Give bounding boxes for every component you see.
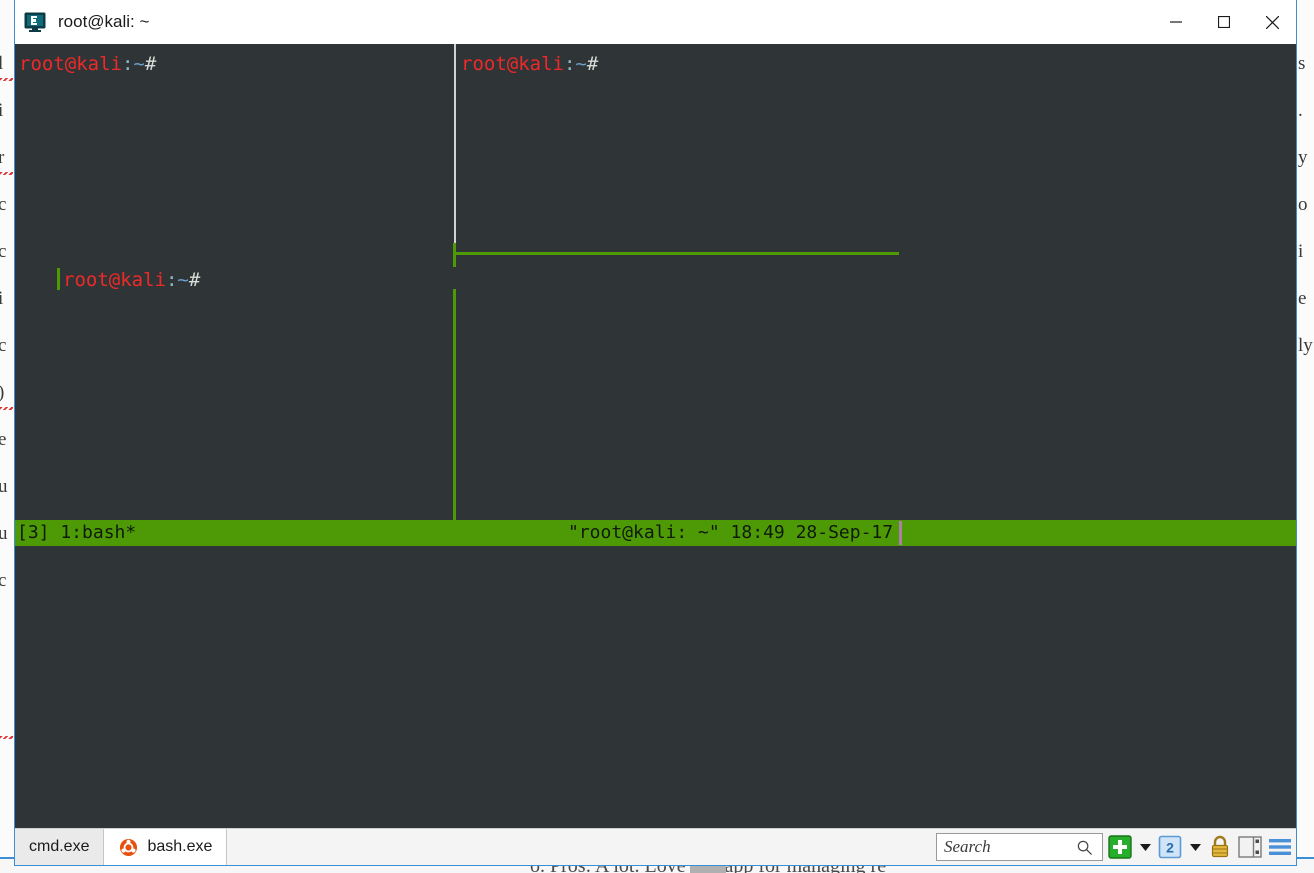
new-console-button[interactable]	[1107, 834, 1133, 860]
pane-divider-vertical-active[interactable]	[453, 289, 456, 520]
pane-divider-vertical-inactive[interactable]	[454, 44, 456, 244]
tmux-status-bar[interactable]: [3] 1:bash* "root@kali: ~" 18:49 28-Sep-…	[15, 520, 1296, 546]
tab-bar: cmd.exe bash.exe Search 2	[15, 828, 1296, 865]
tmux-status-cursor	[899, 521, 902, 545]
maximize-button[interactable]	[1200, 0, 1248, 44]
prompt-path: ~	[177, 269, 189, 291]
spellcheck-underline-icon	[0, 78, 13, 81]
prompt-colon: :	[121, 53, 134, 75]
console-list-dropdown[interactable]	[1187, 834, 1203, 860]
prompt-userhost: root@kali	[19, 53, 122, 75]
new-console-dropdown[interactable]	[1137, 834, 1153, 860]
terminal-body[interactable]: root@kali:~# root@kali:~# root@kali:~# […	[15, 44, 1296, 828]
prompt-sigil: #	[144, 53, 157, 75]
pane-divider-junction[interactable]	[453, 243, 456, 267]
terminal-cursor	[57, 268, 60, 290]
background-right-text-column: s . y o i e ly	[1298, 53, 1313, 356]
spellcheck-underline-icon	[0, 736, 13, 739]
prompt-sigil: #	[586, 53, 599, 75]
pane-right-top-prompt: root@kali:~#	[461, 53, 598, 75]
prompt-colon: :	[165, 269, 178, 291]
prompt-path: ~	[133, 53, 145, 75]
magnifier-icon[interactable]	[1072, 839, 1096, 856]
lock-icon[interactable]	[1207, 834, 1233, 860]
window-title: root@kali: ~	[58, 12, 150, 31]
tab-cmd-exe[interactable]: cmd.exe	[15, 829, 105, 865]
title-bar[interactable]: root@kali: ~	[15, 0, 1296, 44]
tab-list: cmd.exe bash.exe	[15, 829, 228, 865]
pane-left-bottom-prompt: root@kali:~#	[63, 269, 200, 291]
tmux-status-center: "root@kali: ~" 18:49 28-Sep-17	[568, 522, 894, 543]
prompt-sigil: #	[188, 269, 201, 291]
tab-bash-exe[interactable]: bash.exe	[104, 829, 228, 865]
tab-label: bash.exe	[147, 838, 213, 855]
conemu-monitor-icon	[22, 9, 48, 35]
minimize-button[interactable]	[1152, 0, 1200, 44]
close-button[interactable]	[1248, 0, 1296, 44]
spellcheck-underline-icon	[0, 407, 13, 410]
tmux-status-left: [3] 1:bash*	[17, 522, 137, 543]
split-pane-icon[interactable]	[1237, 834, 1263, 860]
prompt-userhost: root@kali	[461, 53, 564, 75]
background-left-text-column: l i r c c i c ) e u u c	[0, 53, 8, 591]
toolbar-right: 2	[936, 829, 1293, 865]
prompt-path: ~	[575, 53, 587, 75]
console-count-button[interactable]: 2	[1157, 834, 1183, 860]
conemu-window: root@kali: ~ root@kali:~# root@kali:~# r…	[14, 0, 1297, 866]
tab-label: cmd.exe	[29, 838, 90, 855]
hamburger-menu-icon[interactable]	[1267, 834, 1293, 860]
pane-divider-horizontal[interactable]	[453, 252, 899, 255]
prompt-userhost: root@kali	[63, 269, 166, 291]
window-controls	[1152, 0, 1296, 44]
spellcheck-underline-icon	[0, 172, 13, 175]
search-box[interactable]	[936, 833, 1103, 861]
svg-text:2: 2	[1166, 840, 1174, 856]
search-input[interactable]	[944, 837, 1072, 857]
pane-left-top-prompt: root@kali:~#	[19, 53, 156, 75]
ubuntu-icon	[118, 837, 138, 857]
prompt-colon: :	[563, 53, 576, 75]
